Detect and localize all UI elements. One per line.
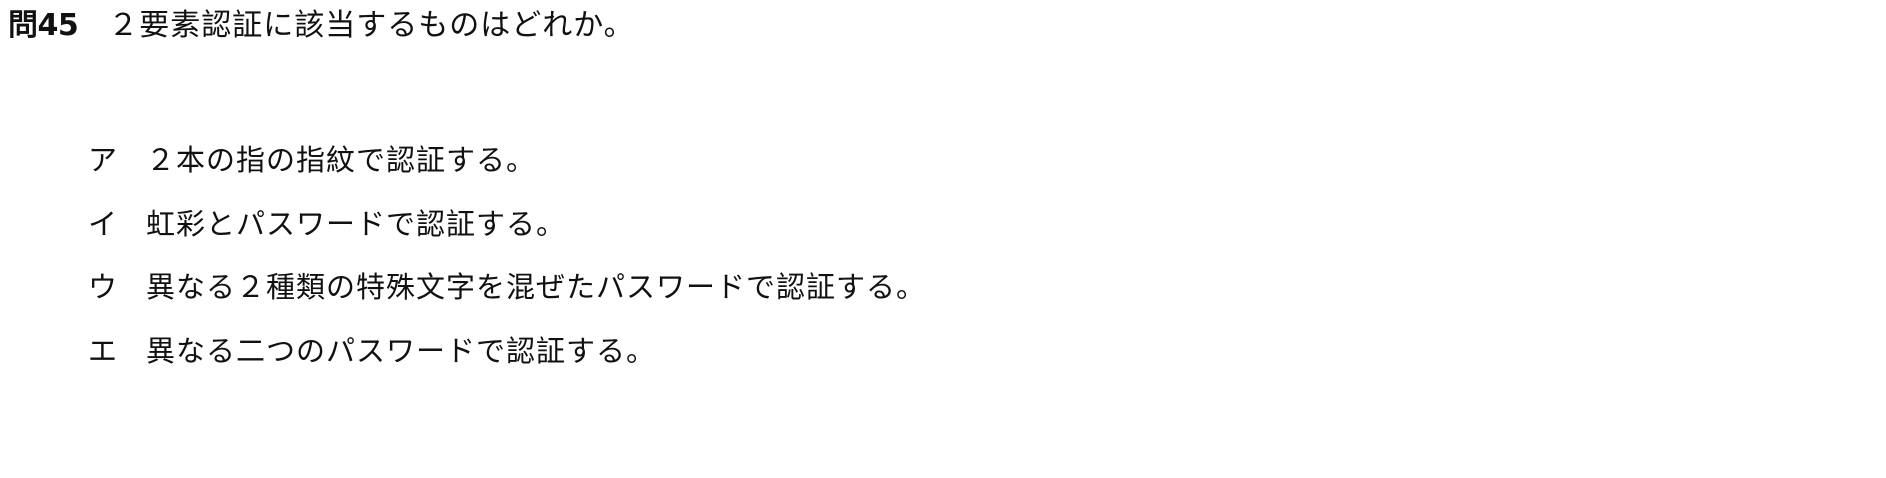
choice-text: ２本の指の指紋で認証する。 xyxy=(146,143,537,177)
choice-i: イ 虹彩とパスワードで認証する。 xyxy=(88,197,566,247)
choice-e: エ 異なる二つのパスワードで認証する。 xyxy=(88,324,656,374)
choice-mark: ウ xyxy=(88,270,119,304)
choice-text: 異なる２種類の特殊文字を混ぜたパスワードで認証する。 xyxy=(146,270,927,304)
choice-text: 異なる二つのパスワードで認証する。 xyxy=(146,334,657,368)
choice-list: ア ２本の指の指紋で認証する。 イ 虹彩とパスワードで認証する。 ウ 異なる２種… xyxy=(0,0,1886,478)
choice-mark: ア xyxy=(88,143,119,177)
choice-mark: イ xyxy=(88,207,119,241)
choice-mark: エ xyxy=(88,334,119,368)
exam-page: 問45 ２要素認証に該当するものはどれか。 ア ２本の指の指紋で認証する。 イ … xyxy=(0,0,1886,478)
choice-u: ウ 異なる２種類の特殊文字を混ぜたパスワードで認証する。 xyxy=(88,260,926,310)
choice-text: 虹彩とパスワードで認証する。 xyxy=(146,207,567,241)
choice-a: ア ２本の指の指紋で認証する。 xyxy=(88,133,536,183)
